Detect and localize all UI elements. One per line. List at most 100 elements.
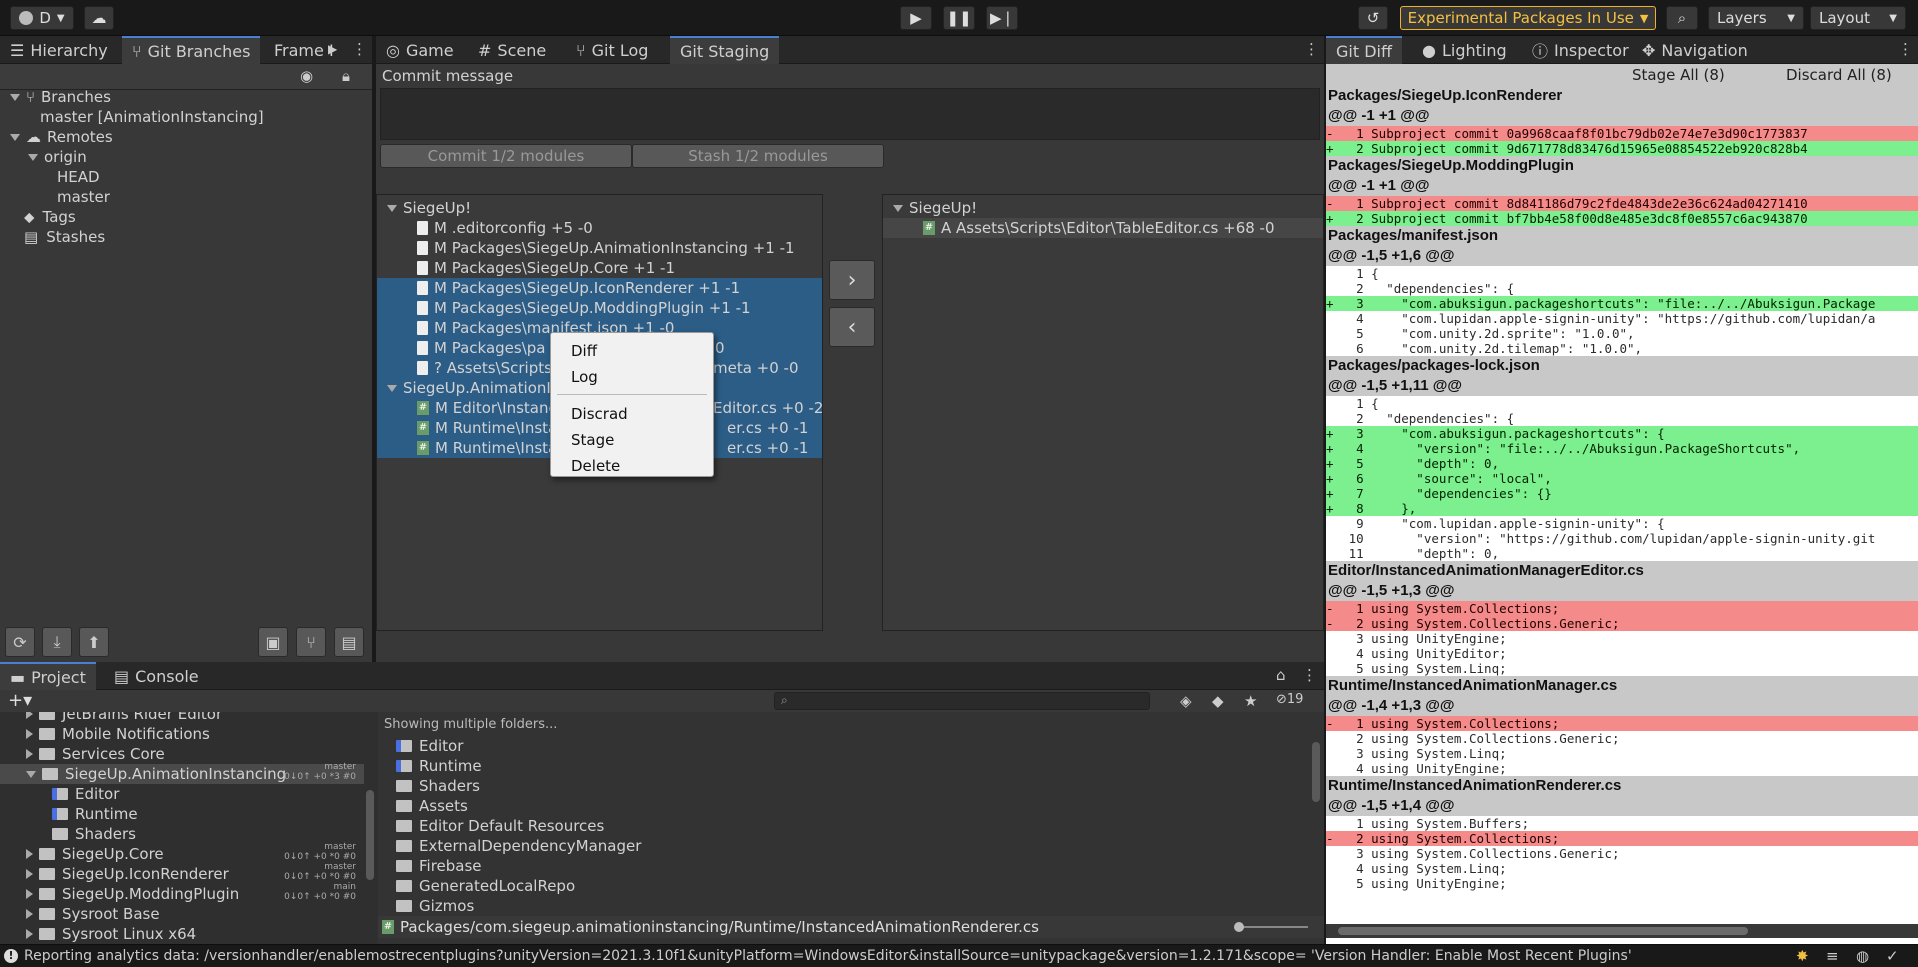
discard-all-button[interactable]: Discard All (8) <box>1786 65 1892 85</box>
tab-project[interactable]: ▬ Project <box>0 662 96 690</box>
zoom-slider[interactable] <box>1234 922 1308 932</box>
project-tree-item[interactable]: Runtime <box>0 804 364 824</box>
pause-button[interactable]: ❚❚ <box>943 6 975 30</box>
list-scrollbar[interactable] <box>1310 712 1322 912</box>
file-item-selected[interactable]: M Packages\SiegeUp.IconRenderer +1 -1 <box>377 278 822 298</box>
scrollbar-thumb[interactable] <box>1312 742 1320 802</box>
tab-hierarchy[interactable]: ☰ Hierarchy <box>0 36 118 64</box>
project-tree-item[interactable]: Editor <box>0 784 364 804</box>
save-button[interactable]: ▣ <box>258 627 288 657</box>
folder-item[interactable]: Editor <box>396 736 463 756</box>
file-item[interactable]: M .editorconfig +5 -0 <box>417 218 593 238</box>
scrollbar-thumb[interactable] <box>1338 927 1748 935</box>
project-tree-item[interactable]: SiegeUp.Core master 0↓0↑ +0 *0 #0 <box>0 842 364 864</box>
file-item-selected[interactable]: M Packages\SiegeUp.ModdingPlugin +1 -1 <box>377 298 822 318</box>
group-siegeup[interactable]: SiegeUp! <box>381 198 471 218</box>
menu-item-log[interactable]: Log <box>551 365 713 389</box>
stash-modules-button[interactable]: Stash 1/2 modules <box>632 144 884 168</box>
more-options-icon[interactable]: ⋮ <box>1898 40 1913 58</box>
chevron-right-icon[interactable] <box>26 749 33 759</box>
more-options-icon[interactable]: ⋮ <box>1302 666 1317 684</box>
lock-icon[interactable]: ⌂ <box>1276 666 1286 684</box>
status-message[interactable]: ! Reporting analytics data: /versionhandl… <box>4 946 1632 966</box>
search-input[interactable]: ⌕ <box>774 692 1150 710</box>
commit-button[interactable]: Commit 1/2 modules <box>380 144 632 168</box>
branch-master-current[interactable]: master [AnimationInstancing] <box>40 107 264 127</box>
folder-item[interactable]: Firebase <box>396 856 482 876</box>
step-button[interactable]: ▶❘ <box>986 6 1018 30</box>
tree-scrollbar[interactable] <box>364 712 376 944</box>
filter-label-icon[interactable]: ◆ <box>1212 692 1224 710</box>
push-button[interactable]: ⬆ <box>79 627 109 657</box>
favorite-icon[interactable]: ★ <box>1244 692 1257 710</box>
add-button[interactable]: +▾ <box>8 690 32 711</box>
menu-item-diff[interactable]: Diff <box>551 339 713 363</box>
menu-item-delete[interactable]: Delete <box>551 454 713 478</box>
project-tree-item[interactable]: SiegeUp.ModdingPlugin main 0↓0↑ +0 *0 #0 <box>0 882 364 904</box>
tab-scroll-right-icon[interactable]: ▶ <box>328 42 337 56</box>
folder-item[interactable]: Assets <box>396 796 468 816</box>
lock-icon[interactable]: 🔒︎ <box>342 67 366 87</box>
tree-branches[interactable]: ⑂ Branches <box>4 87 111 107</box>
tree-stashes[interactable]: ▤ Stashes <box>24 227 105 247</box>
play-button[interactable]: ▶ <box>900 6 932 30</box>
project-tree-item[interactable]: SiegeUp.IconRenderer master 0↓0↑ +0 *0 #0 <box>0 862 364 884</box>
chevron-right-icon[interactable] <box>26 712 33 719</box>
tree-tags[interactable]: ⬥ Tags <box>24 207 76 227</box>
cloud-button[interactable]: ☁ <box>84 6 114 30</box>
file-item[interactable]: # A Assets\Scripts\Editor\TableEditor.cs … <box>883 218 1323 238</box>
tab-game[interactable]: ◎ Game <box>376 36 464 64</box>
tree-remotes[interactable]: ☁ Remotes <box>4 127 113 147</box>
chevron-right-icon[interactable] <box>26 929 33 939</box>
folder-item[interactable]: Runtime <box>396 756 482 776</box>
menu-item-stage[interactable]: Stage <box>551 428 713 452</box>
check-icon[interactable]: ✓ <box>1886 947 1899 965</box>
group-siegeup[interactable]: SiegeUp! <box>887 198 977 218</box>
tab-git-log[interactable]: ⑂ Git Log <box>566 36 658 64</box>
tab-lighting[interactable]: ● Lighting <box>1412 36 1517 64</box>
folder-item[interactable]: Gizmos <box>396 896 474 912</box>
chevron-right-icon[interactable] <box>26 849 33 859</box>
account-dropdown[interactable]: D ▼ <box>10 6 74 30</box>
project-tree-item[interactable]: SiegeUp.AnimationInstancing master 0↓0↑ +0… <box>0 762 364 784</box>
chevron-right-icon[interactable] <box>26 909 33 919</box>
tab-console[interactable]: ▤ Console <box>104 662 209 690</box>
stage-all-button[interactable]: Stage All (8) <box>1632 65 1725 85</box>
project-tree-item[interactable]: Sysroot Linux x64 <box>0 924 364 944</box>
project-tree-item[interactable]: JetBrains Rider Editor <box>0 712 364 724</box>
remote-master[interactable]: master <box>57 187 110 207</box>
stash-button[interactable]: ▤ <box>334 627 364 657</box>
file-item[interactable]: M Packages\SiegeUp.Core +1 -1 <box>417 258 675 278</box>
layers-icon[interactable]: ≡ <box>1826 947 1839 965</box>
slider-knob[interactable] <box>1234 922 1244 932</box>
search-button[interactable]: ⌕ <box>1666 6 1698 30</box>
network-icon[interactable]: ◍ <box>1856 947 1869 965</box>
pull-button[interactable]: ⤓ <box>42 627 72 657</box>
chevron-right-icon[interactable] <box>26 889 33 899</box>
horizontal-scrollbar[interactable] <box>1326 924 1918 938</box>
remote-head[interactable]: HEAD <box>57 167 100 187</box>
project-tree-item[interactable]: Mobile Notifications <box>0 724 364 744</box>
folder-item[interactable]: Editor Default Resources <box>396 816 604 836</box>
layers-dropdown[interactable]: Layers ▼ <box>1708 6 1804 30</box>
folder-item[interactable]: ExternalDependencyManager <box>396 836 641 856</box>
project-tree-item[interactable]: Shaders <box>0 824 364 844</box>
refresh-button[interactable]: ⟳ <box>5 627 35 657</box>
unstage-arrow-button[interactable]: ‹ <box>829 307 875 347</box>
tab-git-staging[interactable]: Git Staging <box>670 36 780 64</box>
tab-git-branches[interactable]: ⑂ Git Branches <box>122 36 261 64</box>
chevron-right-icon[interactable] <box>26 729 33 739</box>
experimental-packages-button[interactable]: Experimental Packages In Use ▼ <box>1400 6 1656 30</box>
commit-message-input[interactable] <box>380 88 1320 140</box>
stage-arrow-button[interactable]: › <box>829 260 875 300</box>
history-button[interactable]: ↺ <box>1358 6 1388 30</box>
filter-type-icon[interactable]: ◈ <box>1180 692 1192 710</box>
more-options-icon[interactable]: ⋮ <box>352 40 367 58</box>
file-item[interactable]: M Packages\SiegeUp.AnimationInstancing +… <box>417 238 795 258</box>
project-tree-item[interactable]: Services Core <box>0 744 364 764</box>
hidden-packages-toggle[interactable]: ⊘19 <box>1276 692 1303 707</box>
chevron-right-icon[interactable] <box>26 869 33 879</box>
tab-navigation[interactable]: ✥ Navigation <box>1632 36 1758 64</box>
visibility-icon[interactable]: ◉ <box>300 67 324 87</box>
chevron-down-icon[interactable] <box>26 770 36 778</box>
